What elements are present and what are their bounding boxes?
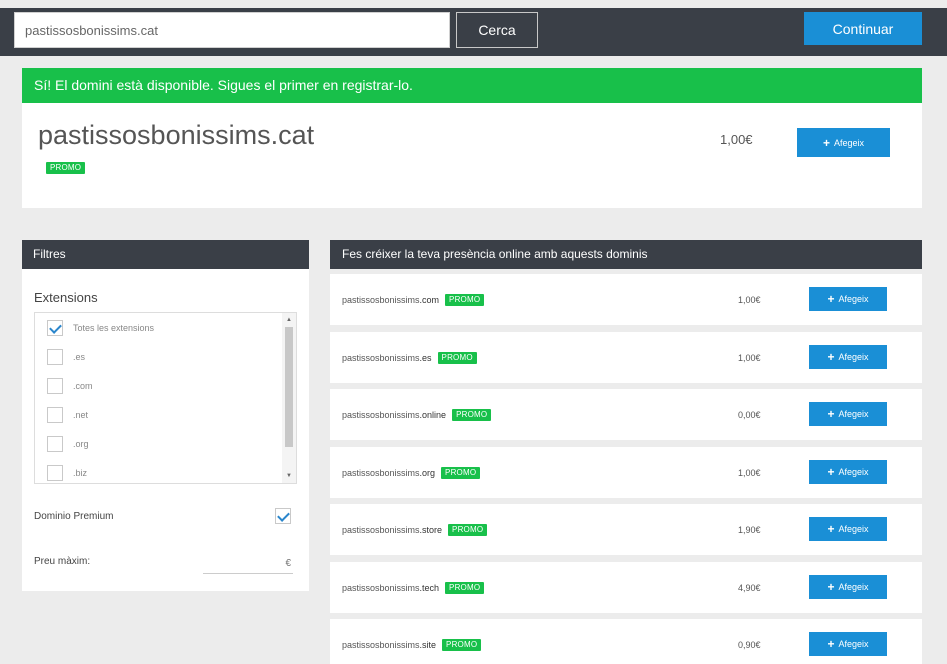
suggestion-domain-name: pastissosbonissims.online (342, 410, 447, 420)
suggestion-domain: pastissosbonissims.com PROMO (342, 294, 485, 306)
suggestion-price: 0,90€ (738, 640, 761, 650)
suggestion-price: 1,90€ (738, 525, 761, 535)
add-button-label: Afegeix (838, 294, 869, 304)
add-button-label: Afegeix (838, 466, 869, 477)
suggestion-price: 1,00€ (738, 352, 761, 363)
plus-icon: + (827, 579, 835, 594)
filters-panel: Filtres Extensions ▲ ▼ Totes les extensi… (22, 240, 309, 591)
promo-badge: PROMO (437, 351, 477, 364)
max-price-input[interactable] (203, 554, 293, 574)
add-main-domain-button[interactable]: + Afegeix (797, 128, 890, 157)
extension-label: Totes les extensions (73, 323, 155, 333)
suggestion-domain-name: pastissosbonissims.es (342, 352, 432, 363)
max-price-label: Preu màxim: (34, 556, 91, 567)
add-suggestion-button[interactable]: + Afegeix (809, 459, 887, 484)
add-button-label: Afegeix (838, 581, 869, 592)
extension-option[interactable]: .net (47, 406, 88, 424)
add-button-label: Afegeix (838, 351, 869, 362)
add-suggestion-button[interactable]: + Afegeix (809, 287, 887, 311)
suggestion-domain: pastissosbonissims.es PROMO (342, 351, 477, 364)
main-domain-name: pastissosbonissims.cat (38, 120, 315, 150)
extension-label: .biz (73, 468, 88, 478)
promo-badge: PROMO (445, 294, 485, 306)
promo-badge: PROMO (442, 639, 482, 651)
extensions-list[interactable]: ▲ ▼ Totes les extensions .es .com .net .org.… (34, 312, 297, 484)
domain-search-input[interactable] (14, 12, 450, 48)
suggestion-row: pastissosbonissims.store PROMO 1,90€ + Afege… (330, 504, 922, 555)
plus-icon: + (827, 292, 835, 306)
extension-checkbox[interactable] (47, 378, 63, 394)
extension-label: .com (73, 381, 93, 391)
extensions-scrollbar[interactable]: ▲ ▼ (282, 313, 296, 483)
extension-label: .es (73, 352, 86, 362)
add-suggestion-button[interactable]: + Afegeix (809, 632, 887, 656)
extension-option[interactable]: .com (47, 377, 93, 395)
suggestion-domain: pastissosbonissims.tech PROMO (342, 581, 485, 594)
suggestion-row: pastissosbonissims.online PROMO 0,00€ + Afeg… (330, 389, 922, 440)
promo-badge: PROMO (452, 409, 492, 421)
extension-checkbox[interactable] (47, 349, 63, 365)
suggestion-row: pastissosbonissims.org PROMO 1,00€ + Afegeix (330, 446, 922, 498)
plus-icon: + (822, 135, 830, 150)
extension-checkbox[interactable] (47, 407, 63, 423)
suggestion-domain: pastissosbonissims.online PROMO (342, 409, 492, 421)
add-button-label: Afegeix (838, 409, 869, 419)
suggestion-price: 1,00€ (738, 295, 761, 305)
promo-badge: PROMO (46, 162, 86, 174)
add-suggestion-button[interactable]: + Afegeix (809, 402, 887, 426)
extension-option[interactable]: .org (47, 435, 89, 453)
suggestion-row: pastissosbonissims.com PROMO 1,00€ + Afegeix (330, 274, 922, 325)
add-suggestion-button[interactable]: + Afegeix (809, 344, 887, 369)
add-suggestion-button[interactable]: + Afegeix (809, 517, 887, 541)
add-button-label: Afegeix (838, 524, 869, 534)
add-button-label: Afegeix (833, 137, 865, 148)
add-suggestion-button[interactable]: + Afegeix (809, 574, 887, 599)
extension-checkbox[interactable] (47, 320, 63, 336)
search-button[interactable]: Cerca (456, 12, 538, 48)
premium-domain-label: Dominio Premium (34, 511, 114, 522)
extensions-title: Extensions (34, 290, 98, 305)
extension-option[interactable]: Totes les extensions (47, 319, 154, 337)
availability-banner: Sí! El domini està disponible. Sigues el… (22, 68, 922, 103)
promo-badge: PROMO (441, 466, 481, 479)
premium-domain-checkbox[interactable] (275, 508, 291, 524)
suggestion-domain-name: pastissosbonissims.store (342, 525, 443, 535)
plus-icon: + (827, 407, 835, 421)
suggestion-row: pastissosbonissims.es PROMO 1,00€ + Afegeix (330, 331, 922, 383)
suggestion-domain-name: pastissosbonissims.tech (342, 582, 440, 593)
promo-badge: PROMO (448, 524, 488, 536)
suggestion-domain-name: pastissosbonissims.org (342, 467, 436, 478)
scroll-down-icon[interactable]: ▼ (285, 472, 293, 480)
suggestion-domain: pastissosbonissims.site PROMO (342, 639, 482, 651)
plus-icon: + (827, 522, 835, 536)
extension-option[interactable]: .biz (47, 464, 87, 482)
suggestion-row: pastissosbonissims.site PROMO 0,90€ + Afegei… (330, 619, 922, 664)
plus-icon: + (827, 637, 835, 651)
extension-label: .net (73, 410, 89, 420)
top-bar: Cerca Continuar (0, 8, 947, 56)
availability-card: Sí! El domini està disponible. Sigues el… (22, 68, 922, 208)
suggestion-domain: pastissosbonissims.store PROMO (342, 524, 488, 536)
suggestion-price: 0,00€ (738, 410, 761, 420)
suggestion-domain-name: pastissosbonissims.com (342, 295, 440, 305)
suggestion-domain-name: pastissosbonissims.site (342, 640, 437, 650)
filters-header: Filtres (22, 240, 309, 269)
suggestion-price: 4,90€ (738, 582, 761, 593)
extension-label: .org (73, 439, 89, 449)
suggestions-header: Fes créixer la teva presència online amb… (330, 240, 922, 269)
suggestion-row: pastissosbonissims.tech PROMO 4,90€ + Afegei… (330, 561, 922, 613)
extension-option[interactable]: .es (47, 348, 85, 366)
suggestion-price: 1,00€ (738, 467, 761, 478)
plus-icon: + (827, 464, 835, 479)
scroll-thumb[interactable] (285, 327, 293, 447)
extension-checkbox[interactable] (47, 436, 63, 452)
suggestion-domain: pastissosbonissims.org PROMO (342, 466, 481, 479)
main-domain-price: 1,00€ (720, 132, 753, 147)
scroll-up-icon[interactable]: ▲ (285, 316, 293, 324)
continue-button[interactable]: Continuar (804, 12, 922, 45)
promo-badge: PROMO (445, 581, 485, 594)
plus-icon: + (827, 349, 835, 364)
add-button-label: Afegeix (838, 639, 869, 649)
extension-checkbox[interactable] (47, 465, 63, 481)
